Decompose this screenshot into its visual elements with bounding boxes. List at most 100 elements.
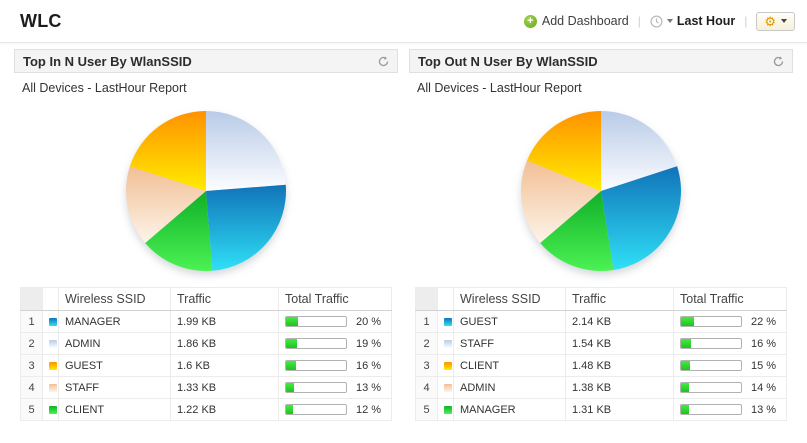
- table-row[interactable]: 2 STAFF 1.54 KB 16 %: [415, 332, 787, 355]
- refresh-icon[interactable]: [773, 55, 784, 67]
- traffic-bar-fill: [286, 317, 298, 327]
- row-traffic: 1.99 KB: [170, 310, 279, 333]
- table-row[interactable]: 5 MANAGER 1.31 KB 13 %: [415, 398, 787, 421]
- add-dashboard-label: Add Dashboard: [541, 14, 629, 28]
- color-swatch-icon: [444, 383, 452, 392]
- row-ssid: ADMIN: [453, 376, 566, 399]
- pie-chart-area: [409, 95, 793, 287]
- color-swatch-icon: [49, 383, 57, 392]
- row-traffic: 1.38 KB: [565, 376, 674, 399]
- row-traffic: 1.22 KB: [170, 398, 279, 421]
- row-swatch-cell: [437, 354, 454, 377]
- traffic-bar: [680, 316, 742, 328]
- row-traffic: 1.33 KB: [170, 376, 279, 399]
- row-percent: 19 %: [356, 337, 382, 350]
- row-swatch-cell: [42, 398, 59, 421]
- table-row[interactable]: 4 ADMIN 1.38 KB 14 %: [415, 376, 787, 399]
- table-row[interactable]: 1 MANAGER 1.99 KB 20 %: [20, 310, 392, 333]
- row-swatch-cell: [42, 310, 59, 333]
- traffic-bar-fill: [286, 405, 294, 415]
- row-traffic: 1.48 KB: [565, 354, 674, 377]
- col-header-swatch: [42, 287, 59, 311]
- separator: |: [637, 14, 641, 28]
- traffic-bar-fill: [681, 383, 690, 393]
- pie-chart-area: [14, 95, 398, 287]
- time-range-dropdown[interactable]: Last Hour: [650, 14, 735, 28]
- row-total-traffic: 15 %: [673, 354, 787, 377]
- row-total-traffic: 13 %: [278, 376, 392, 399]
- row-swatch-cell: [42, 354, 59, 377]
- settings-button[interactable]: ⚙: [756, 11, 795, 31]
- row-swatch-cell: [42, 376, 59, 399]
- row-ssid: MANAGER: [453, 398, 566, 421]
- separator: |: [744, 14, 748, 28]
- row-total-traffic: 16 %: [278, 354, 392, 377]
- row-ssid: GUEST: [453, 310, 566, 333]
- add-dashboard-button[interactable]: + Add Dashboard: [523, 14, 629, 28]
- table-body: 1 MANAGER 1.99 KB 20 % 2 ADMIN 1.86 KB 19 % 3 GUE…: [20, 310, 392, 421]
- time-range-label: Last Hour: [676, 14, 736, 28]
- row-total-traffic: 14 %: [673, 376, 787, 399]
- color-swatch-icon: [49, 339, 57, 348]
- traffic-bar: [285, 338, 347, 350]
- col-header-traffic[interactable]: Traffic: [170, 287, 279, 311]
- col-header-rank: [20, 287, 43, 311]
- row-traffic: 2.14 KB: [565, 310, 674, 333]
- table-row[interactable]: 3 GUEST 1.6 KB 16 %: [20, 354, 392, 377]
- plus-icon: +: [523, 14, 537, 28]
- table-row[interactable]: 3 CLIENT 1.48 KB 15 %: [415, 354, 787, 377]
- row-percent: 16 %: [751, 337, 777, 350]
- row-rank: 1: [415, 310, 438, 333]
- row-percent: 15 %: [751, 359, 777, 372]
- refresh-icon[interactable]: [378, 55, 389, 67]
- row-traffic: 1.31 KB: [565, 398, 674, 421]
- row-ssid: CLIENT: [453, 354, 566, 377]
- traffic-bar: [285, 360, 347, 372]
- row-percent: 13 %: [751, 403, 777, 416]
- col-header-ssid[interactable]: Wireless SSID: [58, 287, 171, 311]
- row-swatch-cell: [437, 376, 454, 399]
- traffic-bar-fill: [681, 339, 691, 349]
- col-header-swatch: [437, 287, 454, 311]
- row-percent: 22 %: [751, 315, 777, 328]
- col-header-traffic[interactable]: Traffic: [565, 287, 674, 311]
- widget-header: Top Out N User By WlanSSID: [409, 49, 793, 73]
- traffic-bar: [285, 316, 347, 328]
- traffic-bar: [680, 382, 742, 394]
- row-ssid: GUEST: [58, 354, 171, 377]
- row-percent: 16 %: [356, 359, 382, 372]
- table-row[interactable]: 5 CLIENT 1.22 KB 12 %: [20, 398, 392, 421]
- row-total-traffic: 13 %: [673, 398, 787, 421]
- report-table: Wireless SSID Traffic Total Traffic 1 GUE…: [415, 287, 787, 421]
- col-header-rank: [415, 287, 438, 311]
- table-row[interactable]: 1 GUEST 2.14 KB 22 %: [415, 310, 787, 333]
- widget-top-out-users: Top Out N User By WlanSSID All Devices -…: [409, 49, 793, 421]
- table-header-row: Wireless SSID Traffic Total Traffic: [20, 287, 392, 311]
- col-header-total-traffic[interactable]: Total Traffic: [278, 287, 392, 311]
- color-swatch-icon: [444, 317, 452, 326]
- row-ssid: ADMIN: [58, 332, 171, 355]
- color-swatch-icon: [444, 405, 452, 414]
- widget-subtitle: All Devices - LastHour Report: [22, 81, 187, 95]
- table-row[interactable]: 2 ADMIN 1.86 KB 19 %: [20, 332, 392, 355]
- row-rank: 2: [20, 332, 43, 355]
- row-total-traffic: 16 %: [673, 332, 787, 355]
- pie-slice-manager[interactable]: [206, 184, 286, 271]
- page-title: WLC: [20, 10, 62, 31]
- dashboard-body: Top In N User By WlanSSID All Devices - …: [0, 43, 807, 421]
- col-header-ssid[interactable]: Wireless SSID: [453, 287, 566, 311]
- table-row[interactable]: 4 STAFF 1.33 KB 13 %: [20, 376, 392, 399]
- traffic-bar-fill: [286, 339, 298, 349]
- row-ssid: MANAGER: [58, 310, 171, 333]
- row-ssid: STAFF: [58, 376, 171, 399]
- traffic-bar-fill: [286, 383, 294, 393]
- row-rank: 3: [415, 354, 438, 377]
- widget-title: Top Out N User By WlanSSID: [418, 53, 598, 69]
- report-table: Wireless SSID Traffic Total Traffic 1 MAN…: [20, 287, 392, 421]
- pie-slice-admin[interactable]: [206, 111, 286, 191]
- row-rank: 4: [415, 376, 438, 399]
- col-header-total-traffic[interactable]: Total Traffic: [673, 287, 787, 311]
- chevron-down-icon: [666, 19, 673, 23]
- traffic-bar: [285, 404, 347, 416]
- row-total-traffic: 20 %: [278, 310, 392, 333]
